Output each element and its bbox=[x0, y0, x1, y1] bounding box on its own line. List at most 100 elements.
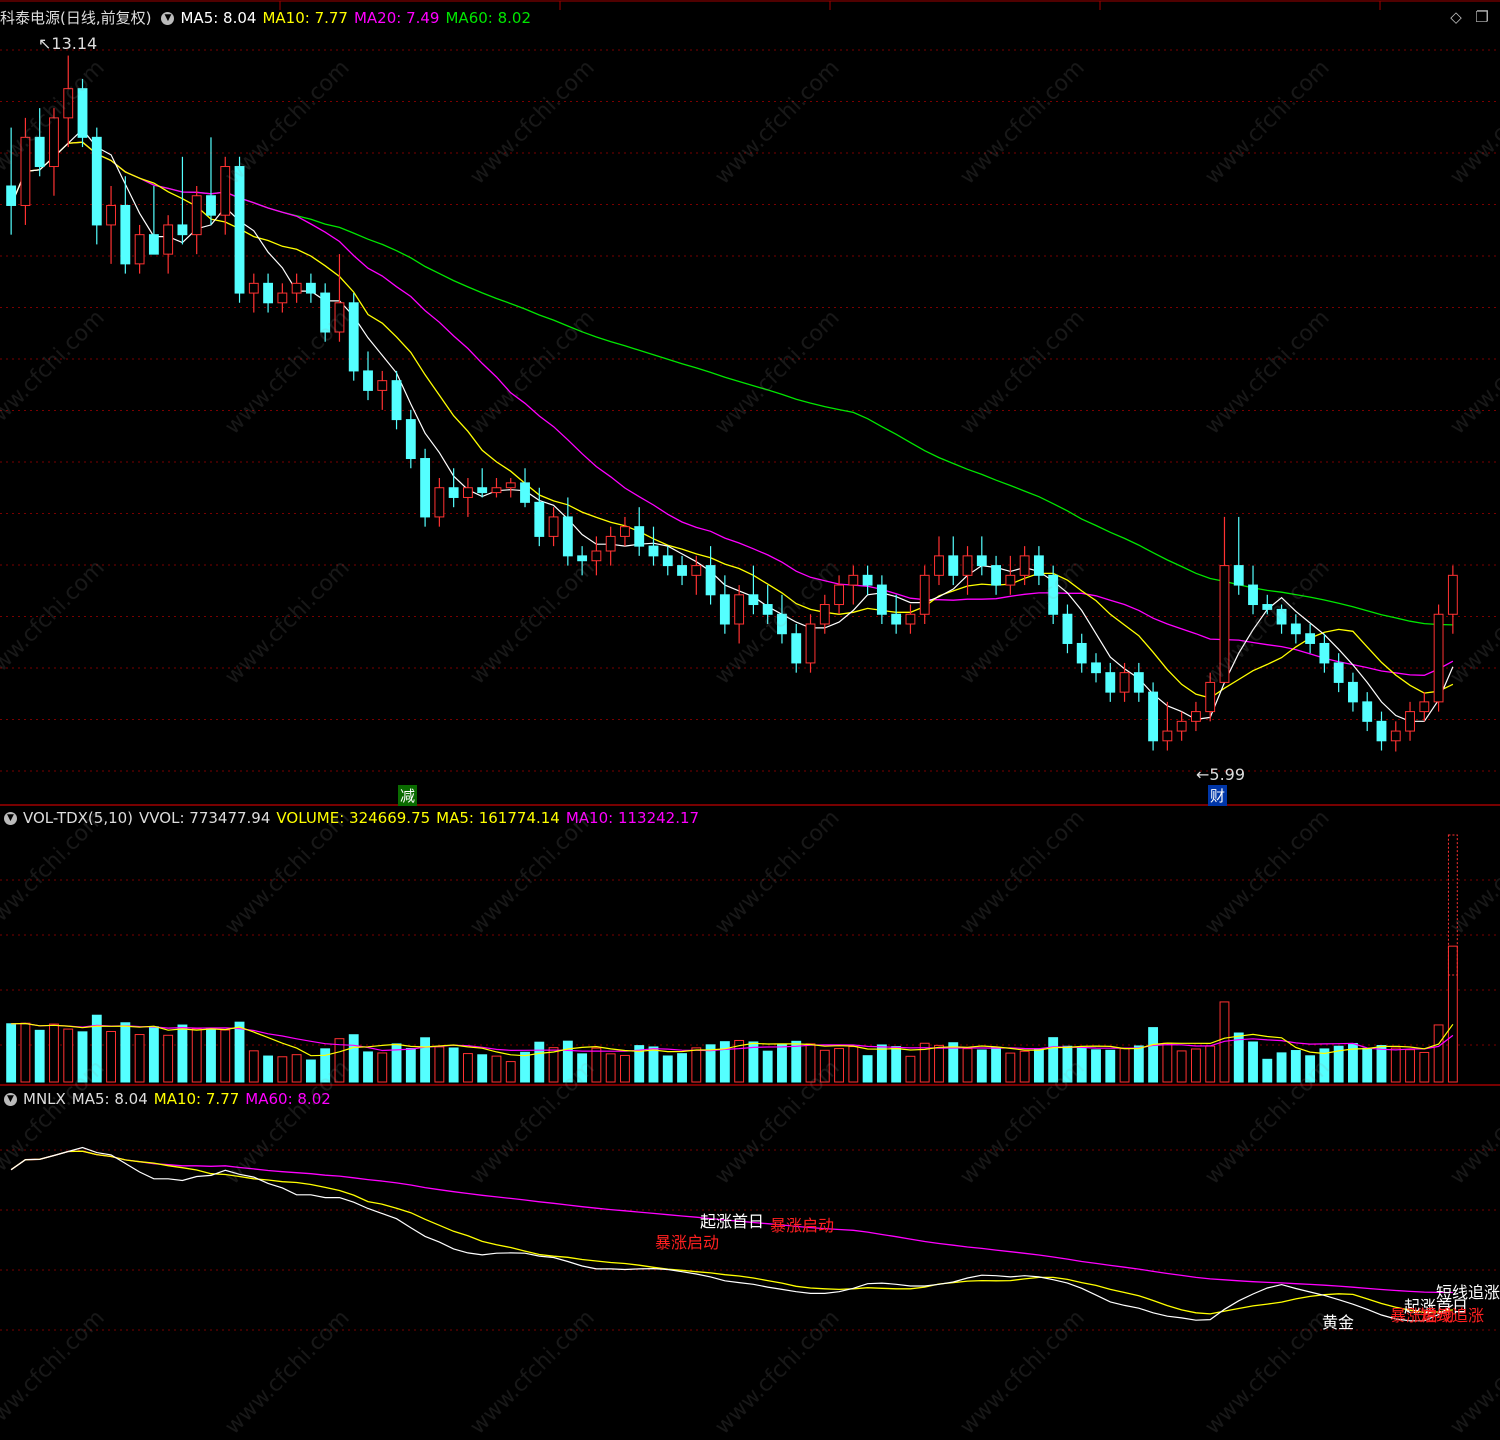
window-toggle-icon[interactable]: ❐ bbox=[1474, 9, 1490, 25]
volume-bar bbox=[148, 1026, 159, 1083]
candle bbox=[320, 292, 331, 333]
volume-bar bbox=[1390, 1047, 1401, 1083]
volume-bar bbox=[891, 1046, 902, 1083]
volume-bar bbox=[976, 1049, 987, 1083]
volume-bar bbox=[1376, 1045, 1387, 1083]
volume-bar bbox=[1119, 1048, 1130, 1083]
volume-bar bbox=[1162, 1042, 1173, 1083]
volume-bar bbox=[791, 1040, 802, 1083]
main-header: 科泰电源(日线,前复权) ▼ MA5: 8.04 MA10: 7.77 MA20: 7.… bbox=[0, 8, 537, 28]
candle bbox=[1133, 672, 1144, 693]
candle bbox=[905, 613, 916, 625]
volume-bar bbox=[1419, 1051, 1430, 1083]
candle bbox=[1119, 672, 1130, 693]
candle bbox=[434, 487, 445, 518]
candle bbox=[6, 185, 17, 206]
volume-bar bbox=[305, 1059, 316, 1083]
candle bbox=[248, 282, 259, 294]
signal-huangjin: 黄金 bbox=[1322, 1313, 1355, 1332]
candle bbox=[63, 88, 74, 119]
volume-bar bbox=[477, 1054, 488, 1083]
candle bbox=[291, 282, 302, 294]
volume-bar bbox=[677, 1053, 687, 1083]
candle bbox=[363, 370, 373, 391]
candle bbox=[777, 613, 787, 635]
volume-bar bbox=[1091, 1049, 1101, 1083]
diamond-icon[interactable]: ◇ bbox=[1448, 9, 1464, 25]
volume-bar bbox=[106, 1031, 116, 1083]
ma5-line bbox=[10, 128, 1454, 722]
candle bbox=[1319, 642, 1330, 664]
candle bbox=[634, 526, 645, 547]
volume-bar bbox=[1262, 1058, 1273, 1083]
candle bbox=[120, 204, 131, 265]
volume-bar bbox=[462, 1053, 473, 1083]
candle bbox=[577, 555, 588, 562]
candle bbox=[20, 136, 31, 206]
volume-bar bbox=[49, 1023, 59, 1083]
ma20-value: MA20: 7.49 bbox=[353, 9, 440, 27]
candle bbox=[334, 302, 345, 333]
volume-bar bbox=[605, 1053, 616, 1083]
candle bbox=[891, 613, 902, 625]
volume-bar bbox=[934, 1044, 944, 1083]
candle bbox=[420, 458, 431, 518]
candle bbox=[234, 166, 245, 294]
jian-marker[interactable]: 减 bbox=[398, 785, 418, 806]
volume-bar bbox=[948, 1042, 959, 1083]
volume-bar bbox=[1062, 1045, 1073, 1083]
candle bbox=[591, 550, 602, 562]
volume-bar bbox=[1248, 1041, 1258, 1083]
volume-bar bbox=[1305, 1055, 1316, 1083]
mnlx-menu-icon[interactable]: ▼ bbox=[4, 1093, 17, 1106]
volume-bar bbox=[662, 1055, 673, 1083]
volume-bar bbox=[1105, 1049, 1116, 1083]
candle bbox=[263, 282, 274, 304]
volume-bar bbox=[6, 1023, 17, 1083]
volume-bar bbox=[1190, 1048, 1201, 1083]
volume-bar bbox=[962, 1048, 973, 1083]
price-chart[interactable] bbox=[0, 0, 1500, 1354]
volume-bar bbox=[1405, 1049, 1415, 1083]
candle bbox=[1333, 662, 1344, 683]
volume-bar bbox=[63, 1028, 74, 1083]
candle bbox=[1447, 574, 1458, 615]
volume-bar bbox=[762, 1050, 773, 1083]
candle bbox=[1205, 681, 1216, 713]
vol-title: VOL-TDX(5,10) bbox=[23, 809, 134, 827]
candle bbox=[1262, 604, 1273, 610]
candle bbox=[520, 482, 530, 503]
candle bbox=[91, 136, 102, 226]
candle bbox=[177, 224, 188, 236]
high-price-label: ↖13.14 bbox=[38, 34, 98, 53]
volume-bar bbox=[520, 1051, 530, 1083]
candle bbox=[491, 487, 502, 494]
candle bbox=[677, 565, 687, 576]
volume-bar bbox=[1133, 1045, 1144, 1083]
mnlx-ma10-line bbox=[10, 1150, 1453, 1315]
candle bbox=[1019, 555, 1030, 576]
mnlx-ma5-value: MA5: 8.04 bbox=[71, 1090, 148, 1108]
volume-bar bbox=[448, 1047, 459, 1083]
candle bbox=[1233, 565, 1244, 586]
candle bbox=[448, 487, 459, 498]
cai-marker[interactable]: 财 bbox=[1208, 785, 1228, 806]
candle bbox=[934, 555, 944, 576]
candle bbox=[1219, 565, 1230, 683]
indicator-menu-icon[interactable]: ▼ bbox=[161, 12, 175, 25]
volume-menu-icon[interactable]: ▼ bbox=[4, 812, 17, 825]
volume-bar bbox=[234, 1021, 245, 1083]
candle bbox=[391, 380, 402, 421]
signal-duanxian-2: 短线追涨 bbox=[1420, 1306, 1485, 1325]
volume-bar bbox=[1433, 1024, 1444, 1083]
volume-bar bbox=[420, 1037, 431, 1083]
candle bbox=[1276, 608, 1287, 625]
volume-bar bbox=[34, 1029, 45, 1083]
ma20-line bbox=[10, 141, 1454, 676]
candle bbox=[748, 594, 759, 606]
candle bbox=[848, 574, 859, 586]
candle bbox=[762, 604, 773, 615]
mnlx-ma10-value: MA10: 7.77 bbox=[153, 1090, 240, 1108]
vol-ma5-value: MA5: 161774.14 bbox=[436, 809, 560, 827]
candle bbox=[1376, 720, 1387, 742]
